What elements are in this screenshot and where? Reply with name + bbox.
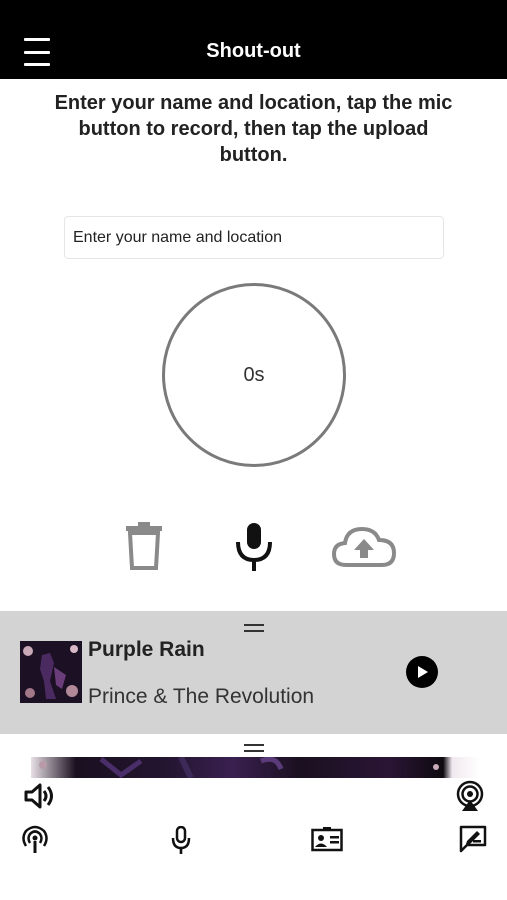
record-button[interactable]	[233, 520, 275, 572]
airplay-button[interactable]	[454, 780, 486, 812]
trash-icon	[126, 522, 162, 570]
recording-timer: 0s	[162, 283, 346, 467]
timer-value: 0s	[243, 363, 265, 386]
app-header: Shout-out	[0, 0, 507, 79]
cloud-upload-icon	[332, 526, 396, 567]
play-icon	[418, 666, 428, 678]
podcast-button[interactable]	[20, 824, 50, 854]
page-title: Shout-out	[206, 40, 301, 62]
album-art	[20, 641, 82, 703]
name-location-input[interactable]	[64, 216, 444, 259]
drag-handle-lower[interactable]	[244, 744, 264, 752]
upload-button[interactable]	[332, 525, 396, 569]
play-button[interactable]	[406, 656, 438, 688]
instructions-text: Enter your name and location, tap the mi…	[54, 92, 453, 166]
mic-icon	[171, 826, 191, 854]
volume-icon	[24, 783, 53, 809]
volume-button[interactable]	[23, 782, 55, 810]
contact-button[interactable]	[311, 826, 343, 852]
mic-icon	[236, 523, 272, 571]
track-title: Purple Rain	[88, 638, 205, 661]
contact-card-icon	[311, 827, 343, 852]
drag-handle[interactable]	[244, 624, 264, 632]
message-edit-icon	[459, 825, 487, 853]
airplay-icon	[456, 780, 484, 811]
message-button[interactable]	[459, 825, 487, 853]
album-art-banner	[31, 757, 479, 778]
shoutout-tab-button[interactable]	[170, 826, 192, 854]
now-playing-panel[interactable]: Purple Rain Prince & The Revolution	[0, 611, 507, 734]
track-artist: Prince & The Revolution	[88, 685, 315, 708]
delete-recording-button[interactable]	[124, 520, 164, 570]
podcast-icon	[22, 825, 48, 853]
